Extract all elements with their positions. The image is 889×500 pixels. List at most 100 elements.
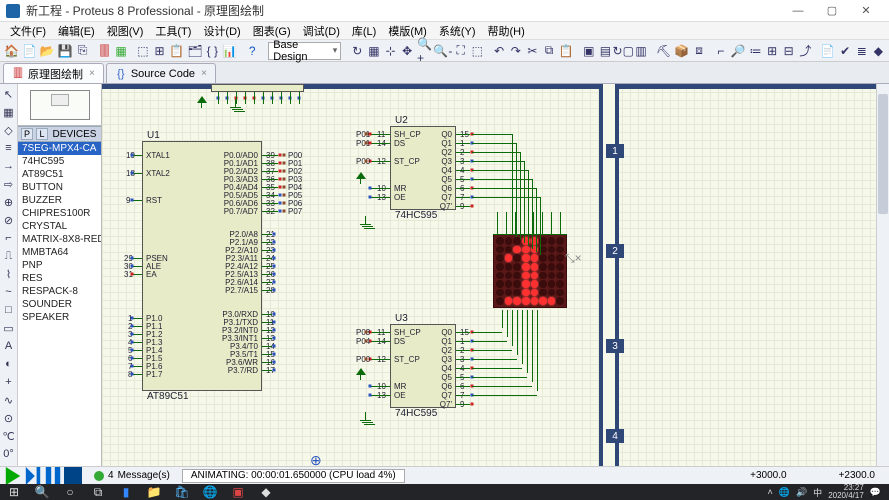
wire[interactable] <box>456 395 470 396</box>
pick-device-button[interactable]: P <box>21 128 33 140</box>
wire[interactable] <box>262 211 278 212</box>
overview-pane[interactable] <box>18 84 101 126</box>
wire[interactable] <box>456 143 470 144</box>
cut-icon[interactable]: ✂ <box>525 42 541 60</box>
wire[interactable] <box>456 404 470 405</box>
menu-design[interactable]: 设计(D) <box>197 23 246 39</box>
system-tray[interactable]: ˄ 🌐 🔊 中 23:272020/4/17 💬 <box>767 484 885 500</box>
copy-icon[interactable]: ⧉ <box>541 42 557 60</box>
wire[interactable] <box>262 322 272 323</box>
erc-icon[interactable]: ✔ <box>837 42 853 60</box>
vcc-symbol[interactable] <box>355 368 367 380</box>
play-button[interactable] <box>4 468 22 484</box>
wire[interactable] <box>516 143 517 237</box>
tab-close-icon[interactable]: × <box>89 68 95 79</box>
tray-up-icon[interactable]: ˄ <box>767 487 772 497</box>
menu-library[interactable]: 库(L) <box>346 23 382 39</box>
vsm-icon[interactable]: 📊 <box>221 42 238 60</box>
wire[interactable] <box>560 212 561 234</box>
device-item[interactable]: RESPACK-8 <box>18 285 101 298</box>
library-button[interactable]: L <box>36 128 48 140</box>
pan-icon[interactable]: ✥ <box>399 42 415 60</box>
wire[interactable] <box>370 134 390 135</box>
tool-4[interactable]: → <box>1 158 17 174</box>
property-icon[interactable]: ≔ <box>748 42 764 60</box>
wire[interactable] <box>254 92 255 104</box>
undo-icon[interactable]: ↶ <box>491 42 507 60</box>
start-button[interactable]: ⊞ <box>4 485 24 499</box>
wire[interactable] <box>512 134 513 234</box>
wire[interactable] <box>132 155 142 156</box>
tray-notif-icon[interactable]: 💬 <box>870 487 881 498</box>
tab-close-icon[interactable]: × <box>201 68 207 79</box>
tool-20[interactable]: 0° <box>1 446 17 462</box>
component-matrix[interactable] <box>493 234 567 308</box>
tool-3[interactable]: ≡ <box>1 140 17 156</box>
close-project-icon[interactable]: ⎘ <box>75 42 91 60</box>
wire[interactable] <box>507 310 508 337</box>
schematic-icon[interactable]: 🀫 <box>97 42 113 60</box>
message-indicator[interactable]: 4 Message(s) <box>94 470 170 481</box>
bom-report-icon[interactable]: 📄 <box>819 42 836 60</box>
block-rotate-icon[interactable]: ↻▢ <box>614 42 632 60</box>
wire[interactable] <box>472 161 524 162</box>
wire[interactable] <box>537 310 538 391</box>
wire[interactable] <box>132 200 142 201</box>
wire[interactable] <box>262 338 272 339</box>
tool-12[interactable]: □ <box>1 302 17 318</box>
tool-5[interactable]: ⇨ <box>1 176 17 192</box>
wire[interactable] <box>132 173 142 174</box>
wire[interactable] <box>236 92 237 104</box>
step-button[interactable] <box>24 468 42 484</box>
wire[interactable] <box>272 92 273 104</box>
wire[interactable] <box>370 332 390 333</box>
device-item[interactable]: AT89C51 <box>18 168 101 181</box>
device-item[interactable]: 74HC595 <box>18 155 101 168</box>
wire[interactable] <box>370 386 390 387</box>
wire[interactable] <box>262 370 272 371</box>
tray-ime[interactable]: 中 <box>813 486 822 499</box>
vcc-symbol[interactable] <box>355 172 367 184</box>
header-connector[interactable] <box>211 84 304 92</box>
wire[interactable] <box>472 377 527 378</box>
wire[interactable] <box>472 332 502 333</box>
wire[interactable] <box>456 368 470 369</box>
wire[interactable] <box>132 274 142 275</box>
wire[interactable] <box>262 203 278 204</box>
wire[interactable] <box>456 170 470 171</box>
tool-17[interactable]: ∿ <box>1 392 17 408</box>
wire[interactable] <box>370 161 390 162</box>
wire[interactable] <box>218 92 219 104</box>
tray-vol-icon[interactable]: 🔊 <box>796 487 807 498</box>
tool-10[interactable]: ⌇ <box>1 266 17 282</box>
decompose-icon[interactable]: ⧈ <box>691 42 707 60</box>
home-icon[interactable]: 🏠 <box>3 42 20 60</box>
wire[interactable] <box>520 152 521 240</box>
wire[interactable] <box>456 134 470 135</box>
wire[interactable] <box>527 310 528 373</box>
wire[interactable] <box>262 290 272 291</box>
menu-file[interactable]: 文件(F) <box>4 23 52 39</box>
wire[interactable] <box>262 330 272 331</box>
save-icon[interactable]: 💾 <box>57 42 74 60</box>
grid-toggle-icon[interactable]: ▦ <box>366 42 382 60</box>
menu-view[interactable]: 视图(V) <box>101 23 150 39</box>
vertical-scrollbar[interactable] <box>876 84 889 466</box>
wire[interactable] <box>370 395 390 396</box>
wire[interactable] <box>132 374 142 375</box>
wire[interactable] <box>456 161 470 162</box>
ground-symbol[interactable] <box>359 216 373 230</box>
gerber-icon[interactable]: ⊞ <box>152 42 168 60</box>
wire[interactable] <box>290 92 291 104</box>
pcb-icon[interactable]: ▦ <box>113 42 129 60</box>
tool-19[interactable]: ℃ <box>1 428 17 444</box>
wire[interactable] <box>472 188 536 189</box>
wire[interactable] <box>472 359 517 360</box>
wire[interactable] <box>542 212 543 234</box>
exit-sheet-icon[interactable]: ⤴ <box>798 42 814 60</box>
wire[interactable] <box>262 155 278 156</box>
wire[interactable] <box>281 92 282 104</box>
tab-source[interactable]: {} Source Code × <box>106 63 216 83</box>
menu-system[interactable]: 系统(Y) <box>433 23 482 39</box>
netlist-icon[interactable]: ≣ <box>854 42 870 60</box>
